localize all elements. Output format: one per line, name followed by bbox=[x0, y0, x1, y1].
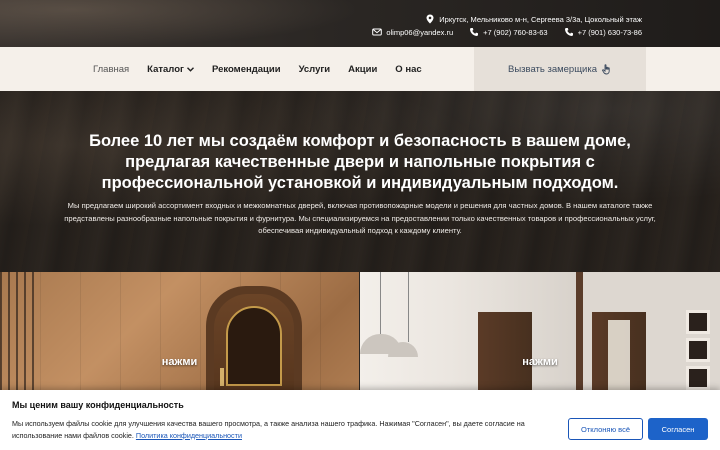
cookie-banner: Мы ценим вашу конфиденциальность Мы испо… bbox=[0, 390, 720, 450]
hero-title: Более 10 лет мы создаём комфорт и безопа… bbox=[89, 132, 631, 192]
email-contact[interactable]: olimp06@yandex.ru bbox=[372, 27, 453, 37]
phone-link-1[interactable]: +7 (902) 760-83-63 bbox=[483, 28, 547, 37]
reject-all-button[interactable]: Отклоняю всё bbox=[568, 418, 643, 440]
phone-contact-2[interactable]: +7 (901) 630-73-86 bbox=[564, 27, 642, 37]
call-measurer-button[interactable]: Вызвать замерщика bbox=[474, 47, 646, 91]
main-nav: Главная Каталог Рекомендации Услуги Акци… bbox=[93, 64, 440, 75]
main-navbar: Главная Каталог Рекомендации Услуги Акци… bbox=[0, 47, 720, 91]
door-window-image bbox=[226, 306, 282, 386]
envelope-icon bbox=[372, 28, 383, 36]
accept-button[interactable]: Согласен bbox=[648, 418, 708, 440]
phone-link-2[interactable]: +7 (901) 630-73-86 bbox=[578, 28, 642, 37]
cookie-text: Мы используем файлы cookie для улучшения… bbox=[12, 419, 525, 440]
phone-icon bbox=[564, 28, 573, 36]
address-block: Иркутск, Мельниково м-н, Сергеева 3/3а, … bbox=[425, 14, 642, 24]
door-handle-image bbox=[220, 368, 224, 386]
lamp-cord bbox=[408, 272, 409, 342]
nav-item-about[interactable]: О нас bbox=[395, 64, 421, 75]
contacts-row: olimp06@yandex.ru +7 (902) 760-83-63 +7 … bbox=[372, 27, 642, 37]
top-contact-bar: Иркутск, Мельниково м-н, Сергеева 3/3а, … bbox=[0, 0, 720, 47]
hand-pointer-icon bbox=[602, 63, 610, 74]
phone-icon bbox=[470, 28, 479, 36]
nav-item-recommendations[interactable]: Рекомендации bbox=[212, 64, 281, 75]
wall-art-image bbox=[686, 366, 710, 390]
nav-item-home[interactable]: Главная bbox=[93, 64, 129, 75]
wall-art-image bbox=[686, 310, 710, 334]
nav-item-services[interactable]: Услуги bbox=[299, 64, 331, 75]
cookie-title: Мы ценим вашу конфиденциальность bbox=[12, 400, 184, 410]
tile-label: нажми bbox=[522, 356, 558, 368]
call-measurer-label: Вызвать замерщика bbox=[508, 63, 597, 75]
hero-description: Мы предлагаем широкий ассортимент входны… bbox=[64, 201, 656, 236]
address-text: Иркутск, Мельниково м-н, Сергеева 3/3а, … bbox=[439, 14, 642, 24]
cookie-text-block: Мы используем файлы cookie для улучшения… bbox=[12, 418, 552, 441]
nav-item-promotions[interactable]: Акции bbox=[348, 64, 377, 75]
hero-section: Более 10 лет мы создаём комфорт и безопа… bbox=[0, 91, 720, 272]
tile-label: нажми bbox=[161, 356, 198, 368]
lamp-cord bbox=[380, 272, 381, 334]
nav-item-catalog[interactable]: Каталог bbox=[147, 64, 194, 75]
privacy-policy-link[interactable]: Политика конфиденциальности bbox=[136, 431, 242, 440]
phone-contact-1[interactable]: +7 (902) 760-83-63 bbox=[469, 27, 548, 37]
map-pin-icon bbox=[426, 14, 434, 24]
nav-item-catalog-label: Каталог bbox=[147, 63, 184, 75]
chevron-down-icon bbox=[186, 66, 194, 72]
email-link[interactable]: olimp06@yandex.ru bbox=[386, 28, 453, 37]
